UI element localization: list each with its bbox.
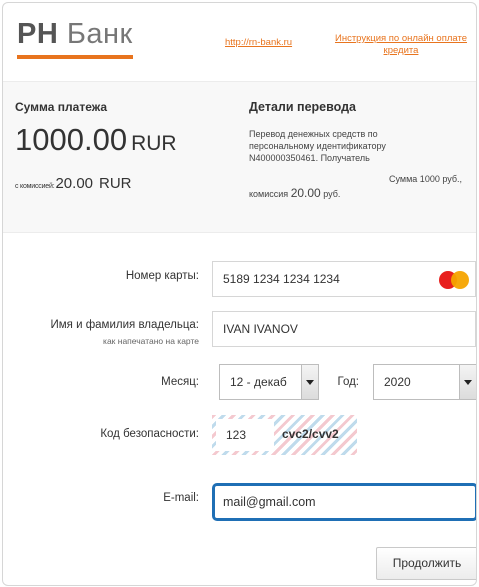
- logo-rh: РН: [17, 18, 59, 50]
- site-link[interactable]: http://rn-bank.ru: [225, 37, 292, 48]
- email-label: E-mail:: [163, 492, 199, 504]
- logo-bank: Банк: [66, 18, 133, 50]
- logo-underline: [17, 55, 133, 59]
- chevron-down-icon: [464, 380, 472, 385]
- payment-title: Сумма платежа: [15, 100, 108, 114]
- email-input[interactable]: mail@gmail.com: [212, 483, 476, 521]
- chevron-down-icon: [306, 380, 314, 385]
- bank-logo: РН Банк: [17, 19, 133, 59]
- cvc-value: 123: [226, 428, 247, 442]
- year-dropdown-button[interactable]: [459, 365, 476, 399]
- holder-name-sublabel: как напечатано на карте: [103, 336, 199, 346]
- amount-currency: RUR: [131, 132, 177, 155]
- month-select[interactable]: 12 - декаб: [219, 364, 319, 400]
- details-title: Детали перевода: [249, 100, 356, 114]
- cvc-input[interactable]: 123: [216, 419, 274, 451]
- month-dropdown-button[interactable]: [301, 365, 318, 399]
- card-number-label: Номер карты:: [125, 270, 199, 282]
- cvc-area: 123 cvc2/cvv2: [212, 415, 357, 455]
- commission-currency: RUR: [99, 175, 132, 192]
- details-commission-value: 20.00: [290, 186, 321, 200]
- payment-summary: Сумма платежа 1000.00 RUR с комиссией:20.…: [3, 81, 476, 233]
- year-label: Год:: [337, 376, 359, 388]
- continue-button[interactable]: Продолжить: [376, 547, 476, 580]
- card-number-input[interactable]: 5189 1234 1234 1234 MasterCard: [212, 261, 476, 297]
- email-value: mail@gmail.com: [223, 495, 316, 509]
- details-commission-suffix: руб.: [323, 189, 341, 199]
- cvc-hint: cvc2/cvv2: [282, 427, 339, 441]
- holder-name-input[interactable]: IVAN IVANOV: [212, 311, 476, 347]
- cvc-label: Код безопасности:: [100, 428, 199, 440]
- details-commission: комиссия 20.00 руб.: [249, 186, 340, 200]
- year-select[interactable]: 2020: [373, 364, 476, 400]
- mastercard-icon: MasterCard: [439, 271, 469, 297]
- month-label: Месяц:: [161, 376, 199, 388]
- details-commission-prefix: комиссия: [249, 189, 289, 199]
- commission-label: с комиссией:: [15, 183, 55, 190]
- holder-name-value: IVAN IVANOV: [223, 322, 298, 336]
- details-sum: Сумма 1000 руб.,: [389, 174, 462, 184]
- commission-amount: 20.00: [55, 175, 94, 192]
- card-number-value: 5189 1234 1234 1234: [223, 272, 340, 286]
- holder-name-label: Имя и фамилия владельца:: [50, 319, 199, 331]
- payment-window: РН Банк http://rn-bank.ru Инструкция по …: [2, 2, 477, 586]
- details-text: Перевод денежных средств по персональном…: [249, 129, 386, 163]
- payment-amount: 1000.00 RUR: [15, 122, 177, 158]
- instruction-link[interactable]: Инструкция по онлайн оплате кредита: [333, 33, 469, 57]
- month-value: 12 - декаб: [230, 375, 287, 389]
- commission-row: с комиссией:20.00 RUR: [15, 175, 132, 193]
- year-value: 2020: [384, 375, 411, 389]
- amount-value: 1000.00: [15, 122, 128, 157]
